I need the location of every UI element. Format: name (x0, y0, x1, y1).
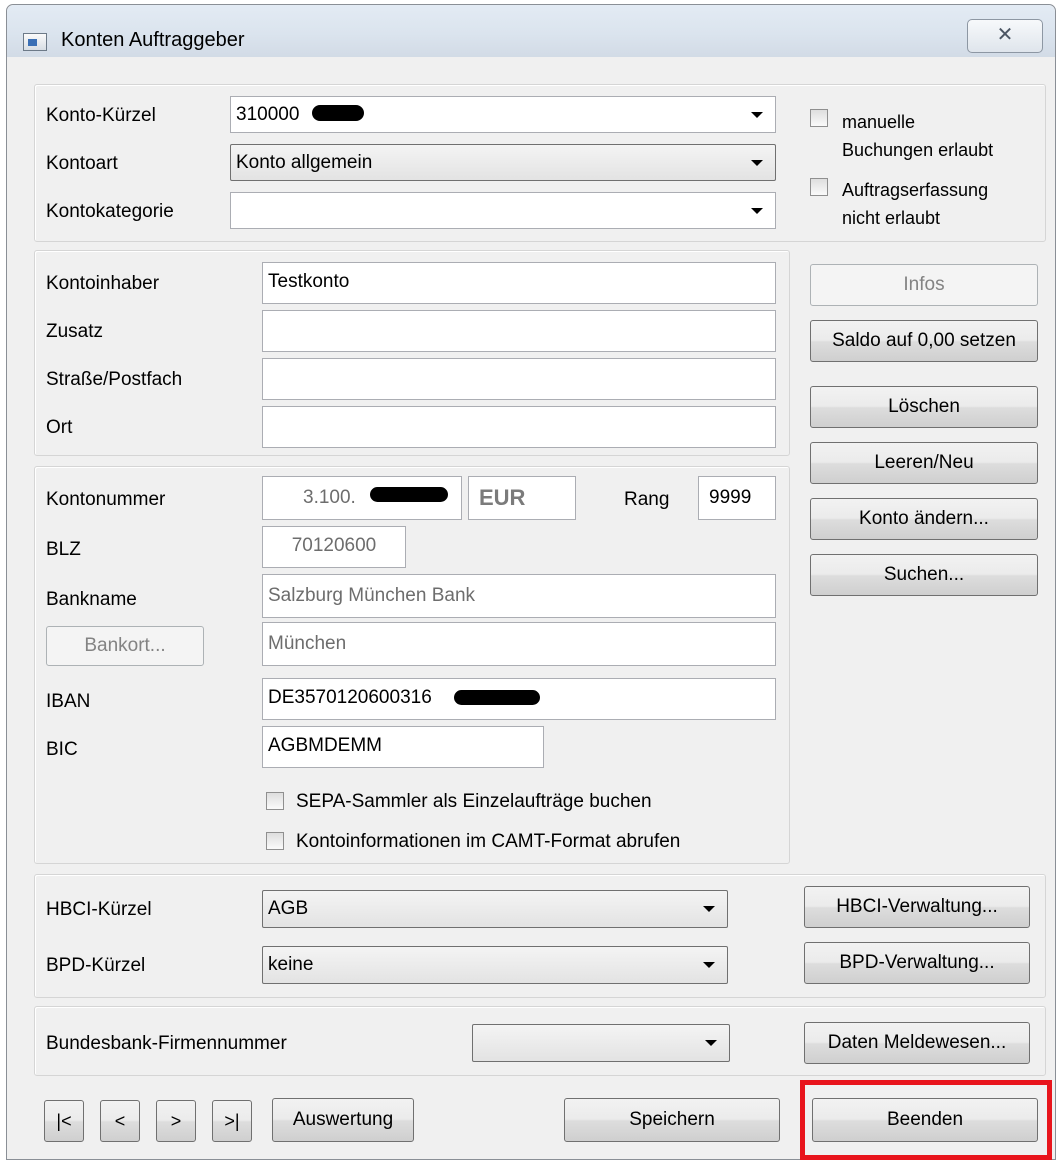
chevron-down-icon (703, 962, 715, 968)
close-button[interactable]: ✕ (967, 19, 1043, 53)
zusatz-label: Zusatz (46, 321, 104, 342)
ort-label: Ort (46, 417, 73, 438)
strasse-field[interactable] (262, 358, 776, 400)
sepa-checkbox-label: SEPA-Sammler als Einzelaufträge buchen (296, 791, 652, 812)
bpd-management-button[interactable]: BPD-Verwaltung... (804, 942, 1030, 984)
infos-button[interactable]: Infos (810, 264, 1038, 306)
camt-checkbox-label: Kontoinformationen im CAMT-Format abrufe… (296, 831, 681, 852)
reporting-data-button[interactable]: Daten Meldewesen... (804, 1022, 1030, 1064)
bankname-label: Bankname (46, 589, 137, 610)
bankort-button[interactable]: Bankort... (46, 626, 204, 666)
manual-booking-label: manuelle (842, 112, 916, 132)
saldo-reset-button[interactable]: Saldo auf 0,00 setzen (810, 320, 1038, 362)
camt-checkbox[interactable] (266, 832, 284, 850)
first-record-button[interactable]: |< (44, 1100, 84, 1142)
currency-field: EUR (468, 476, 576, 520)
previous-record-button[interactable]: < (100, 1100, 140, 1142)
blz-field: 70120600 (262, 526, 406, 568)
save-button[interactable]: Speichern (564, 1098, 780, 1142)
bic-label: BIC (46, 739, 78, 760)
order-entry-label-2: nicht erlaubt (842, 208, 941, 228)
change-account-button[interactable]: Konto ändern... (810, 498, 1038, 540)
iban-label: IBAN (46, 691, 91, 712)
chevron-down-icon (705, 1040, 717, 1046)
manual-booking-label-2: Buchungen erlaubt (842, 140, 994, 160)
redaction-mark (454, 690, 540, 705)
title-bar[interactable]: Konten Auftraggeber ✕ (7, 5, 1055, 57)
manual-booking-checkbox[interactable] (810, 109, 828, 127)
kontokategorie-select[interactable] (230, 192, 776, 229)
bpd-kuerzel-value: keine (268, 954, 314, 975)
last-record-button[interactable]: >| (212, 1100, 252, 1142)
bpd-kuerzel-select[interactable]: keine (262, 946, 728, 984)
bundesbank-select[interactable] (472, 1024, 730, 1062)
next-record-button[interactable]: > (156, 1100, 196, 1142)
kontoart-label: Kontoart (46, 153, 118, 174)
kontonummer-value: 3.100. (303, 487, 356, 508)
bankname-field: Salzburg München Bank (262, 574, 776, 618)
kontoinhaber-field[interactable]: Testkonto (262, 262, 776, 304)
kontokategorie-label: Kontokategorie (46, 201, 174, 222)
evaluation-button[interactable]: Auswertung (272, 1098, 414, 1142)
clear-new-button[interactable]: Leeren/Neu (810, 442, 1038, 484)
delete-button[interactable]: Löschen (810, 386, 1038, 428)
chevron-down-icon (751, 112, 763, 118)
chevron-down-icon (703, 906, 715, 912)
hbci-kuerzel-label: HBCI-Kürzel (46, 899, 152, 920)
window-title: Konten Auftraggeber (61, 29, 245, 51)
search-button[interactable]: Suchen... (810, 554, 1038, 596)
hbci-management-button[interactable]: HBCI-Verwaltung... (804, 886, 1030, 928)
iban-value: DE3570120600316 (268, 687, 432, 708)
kontoart-select[interactable]: Konto allgemein (230, 144, 776, 181)
redaction-mark (312, 105, 364, 121)
chevron-down-icon (751, 208, 763, 214)
window-app-icon (23, 33, 47, 51)
konto-kuerzel-value: 310000 (236, 104, 300, 125)
kontonummer-label: Kontonummer (46, 489, 166, 510)
rang-label: Rang (624, 489, 670, 510)
kontoart-value: Konto allgemein (236, 152, 373, 173)
blz-label: BLZ (46, 539, 81, 560)
sepa-checkbox[interactable] (266, 792, 284, 810)
bundesbank-label: Bundesbank-Firmennummer (46, 1033, 287, 1054)
bankort-field: München (262, 622, 776, 666)
bic-field[interactable]: AGBMDEMM (262, 726, 544, 768)
bpd-kuerzel-label: BPD-Kürzel (46, 955, 146, 976)
hbci-kuerzel-select[interactable]: AGB (262, 890, 728, 928)
zusatz-field[interactable] (262, 310, 776, 352)
redaction-mark (370, 487, 448, 502)
rang-field[interactable]: 9999 (698, 476, 776, 520)
ort-field[interactable] (262, 406, 776, 448)
konto-kuerzel-label: Konto-Kürzel (46, 105, 156, 126)
strasse-label: Straße/Postfach (46, 369, 183, 390)
chevron-down-icon (751, 160, 763, 166)
highlight-box (800, 1080, 1052, 1160)
order-entry-checkbox[interactable] (810, 178, 828, 196)
hbci-kuerzel-value: AGB (268, 898, 309, 919)
kontoinhaber-label: Kontoinhaber (46, 273, 160, 294)
order-entry-label: Auftragserfassung (842, 180, 989, 200)
